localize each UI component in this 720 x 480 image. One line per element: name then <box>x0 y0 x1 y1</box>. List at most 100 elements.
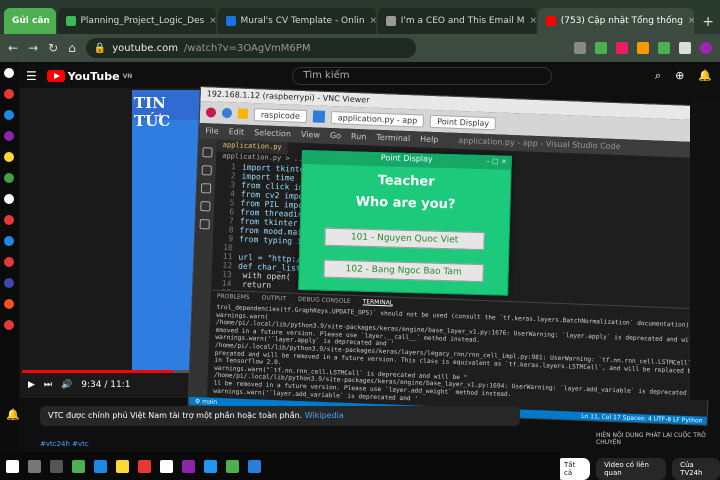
app-icon[interactable] <box>4 257 14 267</box>
close-icon[interactable]: × <box>209 16 215 26</box>
source-control-icon[interactable] <box>200 183 212 194</box>
app-icon[interactable] <box>4 89 14 99</box>
task-view-icon[interactable] <box>50 459 63 473</box>
menu-edit[interactable]: Edit <box>228 127 244 138</box>
extensions-icon[interactable] <box>199 219 210 230</box>
folder-icon[interactable] <box>237 108 249 119</box>
youtube-header: ☰ YouTube VN Tìm kiếm ⌕ ⊕ 🔔 <box>18 62 720 90</box>
app-icon[interactable] <box>138 459 151 473</box>
youtube-logo[interactable]: YouTube VN <box>46 69 132 83</box>
avatar[interactable] <box>700 42 712 54</box>
tab-output[interactable]: OUTPUT <box>262 295 287 303</box>
menu-run[interactable]: Run <box>351 132 367 143</box>
app-icon[interactable] <box>72 459 85 473</box>
extension-icon[interactable] <box>574 42 586 54</box>
extension-icon[interactable] <box>616 42 628 54</box>
menu-selection[interactable]: Selection <box>254 128 291 139</box>
chip-channel[interactable]: Của TV24h <box>672 458 720 480</box>
tab-terminal[interactable]: TERMINAL <box>362 298 394 307</box>
app-icon[interactable] <box>4 173 14 183</box>
task-point-display[interactable]: Point Display <box>430 114 497 130</box>
url-domain: youtube.com <box>112 42 178 54</box>
browser-tab-3[interactable]: Mural's CV Template - Onlin × <box>217 8 376 34</box>
chrome-icon[interactable] <box>226 459 239 473</box>
browser-toolbar: ← → ↻ ⌂ 🔒 youtube.com/watch?v=3OAgVmM6PM <box>0 34 720 62</box>
tab-debug-console[interactable]: DEBUG CONSOLE <box>298 296 351 305</box>
app-icon[interactable] <box>182 459 195 473</box>
add-icon[interactable] <box>4 194 14 204</box>
app-icon[interactable] <box>4 215 14 225</box>
app-icon[interactable] <box>94 459 107 473</box>
wikipedia-link[interactable]: Wikipedia <box>305 411 344 420</box>
chip-all[interactable]: Tất cả <box>556 458 591 480</box>
right-edge <box>690 100 720 400</box>
tab-problems[interactable]: PROBLEMS <box>217 293 250 301</box>
browser-icon[interactable] <box>221 107 233 119</box>
task-vscode[interactable]: application.py - app <box>330 110 425 128</box>
app-icon[interactable] <box>4 131 14 141</box>
app-icon[interactable] <box>4 236 14 246</box>
extension-icon[interactable] <box>658 42 670 54</box>
search-icon[interactable]: ⌕ <box>655 69 661 83</box>
search-icon[interactable] <box>28 459 41 473</box>
menu-icon[interactable]: ☰ <box>26 69 37 83</box>
reload-icon[interactable]: ↻ <box>48 41 58 55</box>
notification-bell-icon[interactable]: 🔔 <box>6 408 20 421</box>
notifications-icon[interactable]: 🔔 <box>698 69 712 83</box>
folder-icon[interactable] <box>116 459 129 473</box>
search-input[interactable]: Tìm kiếm <box>292 67 553 85</box>
app-icon[interactable] <box>4 68 14 78</box>
app-icon[interactable] <box>204 459 217 473</box>
back-icon[interactable]: ← <box>8 41 18 55</box>
start-icon[interactable] <box>6 459 19 473</box>
menu-view[interactable]: View <box>301 130 320 141</box>
close-icon[interactable]: × <box>529 16 535 26</box>
docs-icon <box>225 16 236 26</box>
close-icon[interactable]: × <box>688 16 694 26</box>
extension-icon[interactable] <box>595 42 607 54</box>
search-icon[interactable] <box>201 165 212 176</box>
app-icon[interactable] <box>4 320 14 330</box>
lock-icon: 🔒 <box>93 42 107 54</box>
raspberry-icon[interactable] <box>205 107 217 118</box>
browser-tab-1[interactable]: Gửi căn <box>4 8 56 34</box>
home-icon[interactable]: ⌂ <box>68 41 76 55</box>
chat-replay-note[interactable]: HIỆN NỘI DUNG PHÁT LẠI CUỘC TRÒ CHUYỆN <box>596 432 720 446</box>
volume-icon[interactable]: 🔊 <box>61 380 72 390</box>
menu-terminal[interactable]: Terminal <box>376 133 410 144</box>
task-raspicode[interactable]: raspicode <box>253 107 308 123</box>
tab-label: Mural's CV Template - Onlin <box>240 16 365 26</box>
create-icon[interactable]: ⊕ <box>675 69 684 83</box>
new-tab-button[interactable]: + <box>696 14 720 34</box>
browser-tab-5[interactable]: (753) Cập nhật Tổng thống × <box>537 8 695 34</box>
play-icon[interactable]: ▶ <box>28 380 35 390</box>
window-controls[interactable]: – □ × <box>486 157 507 166</box>
browser-tab-4[interactable]: I'm a CEO and This Email M × <box>377 8 536 34</box>
menu-file[interactable]: File <box>205 126 219 137</box>
browser-tab-2[interactable]: Planning_Project_Logic_Des × <box>57 8 216 34</box>
vscode-icon[interactable] <box>248 459 261 473</box>
app-icon[interactable] <box>160 459 173 473</box>
vscode-icon[interactable] <box>312 110 326 123</box>
header-actions: ⌕ ⊕ 🔔 <box>655 69 712 83</box>
next-icon[interactable]: ⏭ <box>44 380 52 390</box>
menu-go[interactable]: Go <box>330 131 341 141</box>
app-icon[interactable] <box>4 299 14 309</box>
video-controls: ▶ ⏭ 🔊 9:34 / 11:1 <box>20 372 202 398</box>
forward-icon[interactable]: → <box>28 41 38 55</box>
app-icon[interactable] <box>4 110 14 120</box>
explorer-icon[interactable] <box>202 147 213 158</box>
app-icon[interactable] <box>4 152 14 162</box>
extension-icon[interactable] <box>637 42 649 54</box>
hashtags[interactable]: #vtc24h #vtc <box>40 440 89 448</box>
app-icon[interactable] <box>4 278 14 288</box>
student-button-102[interactable]: 102 - Bang Ngoc Bao Tam <box>323 259 484 283</box>
puzzle-icon[interactable] <box>679 42 691 54</box>
chip-related[interactable]: Video có liên quan <box>596 458 667 480</box>
address-bar[interactable]: 🔒 youtube.com/watch?v=3OAgVmM6PM <box>85 38 416 58</box>
student-button-101[interactable]: 101 - Nguyen Quoc Viet <box>324 227 485 251</box>
close-icon[interactable]: × <box>370 16 376 26</box>
menu-help[interactable]: Help <box>420 134 439 145</box>
logo-text: YouTube <box>67 69 120 83</box>
run-debug-icon[interactable] <box>200 201 211 212</box>
